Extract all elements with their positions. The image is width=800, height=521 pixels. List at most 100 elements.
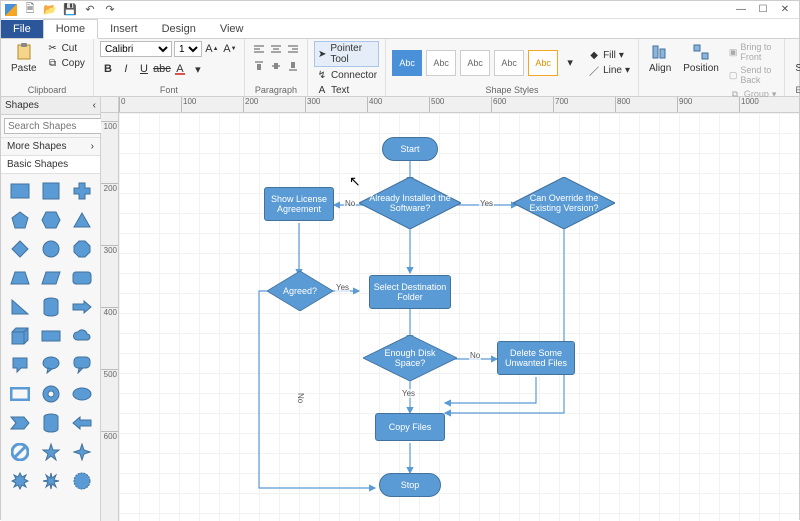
style-swatch[interactable]: Abc xyxy=(392,50,422,76)
app-icon xyxy=(5,4,17,16)
style-swatch[interactable]: Abc xyxy=(528,50,558,76)
shape-rect[interactable] xyxy=(6,178,34,204)
node-delete[interactable]: Delete Some Unwanted Files xyxy=(497,341,575,375)
grow-font-button[interactable]: A▲ xyxy=(204,41,220,57)
shape-square[interactable] xyxy=(37,178,65,204)
align-middle-button[interactable] xyxy=(268,58,284,74)
shape-trapezoid[interactable] xyxy=(6,265,34,291)
node-copy[interactable]: Copy Files xyxy=(375,413,445,441)
shape-star4[interactable] xyxy=(68,439,96,465)
shape-star5[interactable] xyxy=(37,439,65,465)
more-shapes-row[interactable]: More Shapes› xyxy=(1,138,100,156)
shape-triangle[interactable] xyxy=(68,207,96,233)
qat-new[interactable]: 🗎 xyxy=(23,3,37,17)
font-size-select[interactable]: 12 xyxy=(174,41,202,57)
align-right-button[interactable] xyxy=(285,41,301,57)
text-tool-button[interactable]: AText xyxy=(314,83,379,97)
tab-file[interactable]: File xyxy=(1,20,43,38)
drawing-canvas[interactable]: Start Show License Agreement Already Ins… xyxy=(119,113,799,521)
shape-no-entry[interactable] xyxy=(6,439,34,465)
cut-button[interactable]: ✂Cut xyxy=(45,41,87,55)
underline-button[interactable]: U xyxy=(136,61,152,77)
node-diskspace[interactable]: Enough Disk Space? xyxy=(363,335,457,381)
align-button[interactable]: Align xyxy=(645,41,675,76)
bring-front-button[interactable]: ▣Bring to Front xyxy=(727,41,779,63)
shape-frame[interactable] xyxy=(6,381,34,407)
shape-octagon[interactable] xyxy=(68,236,96,262)
styles-more-button[interactable]: ▾ xyxy=(562,55,578,71)
shrink-font-button[interactable]: A▼ xyxy=(222,41,238,57)
connector-tool-button[interactable]: ↯Connector xyxy=(314,68,379,82)
group-arrange: Align Position ▣Bring to Front ▢Send to … xyxy=(639,39,785,96)
shape-circle[interactable] xyxy=(37,236,65,262)
shape-roundrect[interactable] xyxy=(68,265,96,291)
window-close[interactable]: ✕ xyxy=(775,3,795,17)
tab-home[interactable]: Home xyxy=(43,19,98,39)
italic-button[interactable]: I xyxy=(118,61,134,77)
shape-donut[interactable] xyxy=(37,381,65,407)
group-label-styles: Shape Styles xyxy=(392,84,632,95)
align-center-button[interactable] xyxy=(268,41,284,57)
text-icon: A xyxy=(316,84,328,96)
node-installed[interactable]: Already Installed the Software? xyxy=(359,177,461,229)
group-paragraph: Paragraph xyxy=(245,39,308,96)
shape-arrow-right[interactable] xyxy=(68,294,96,320)
tab-design[interactable]: Design xyxy=(150,20,208,38)
shape-callout2[interactable] xyxy=(37,352,65,378)
style-swatch[interactable]: Abc xyxy=(460,50,490,76)
shape-seal[interactable] xyxy=(68,468,96,494)
style-swatch[interactable]: Abc xyxy=(426,50,456,76)
node-agreed[interactable]: Agreed? xyxy=(267,271,333,311)
send-back-button[interactable]: ▢Send to Back xyxy=(727,64,779,86)
fill-button[interactable]: ◆Fill▾ xyxy=(586,48,632,62)
qat-redo[interactable]: ↷ xyxy=(103,3,117,17)
shape-cylinder[interactable] xyxy=(37,294,65,320)
position-button[interactable]: Position xyxy=(679,41,723,76)
select-button[interactable]: Select xyxy=(791,41,800,76)
bold-button[interactable]: B xyxy=(100,61,116,77)
align-left-button[interactable] xyxy=(251,41,267,57)
shape-cylinder2[interactable] xyxy=(37,410,65,436)
window-minimize[interactable]: — xyxy=(731,3,751,17)
node-override[interactable]: Can Override the Existing Version? xyxy=(513,177,615,229)
pointer-tool-button[interactable]: ➤Pointer Tool xyxy=(314,41,379,67)
collapse-icon[interactable]: ‹ xyxy=(93,100,96,111)
shape-rect2[interactable] xyxy=(37,323,65,349)
align-bottom-button[interactable] xyxy=(285,58,301,74)
shape-arrow-left[interactable] xyxy=(68,410,96,436)
font-name-select[interactable]: Calibri xyxy=(100,41,172,57)
shape-parallelogram[interactable] xyxy=(37,265,65,291)
qat-open[interactable]: 📂 xyxy=(43,3,57,17)
copy-button[interactable]: ⧉Copy xyxy=(45,56,87,70)
chevron-down-icon[interactable]: ▾ xyxy=(190,61,206,77)
strike-button[interactable]: abc xyxy=(154,61,170,77)
shape-plus[interactable] xyxy=(68,178,96,204)
font-color-button[interactable]: A xyxy=(172,61,188,77)
tab-insert[interactable]: Insert xyxy=(98,20,150,38)
tab-view[interactable]: View xyxy=(208,20,256,38)
shape-cube[interactable] xyxy=(6,323,34,349)
paste-button[interactable]: Paste xyxy=(7,41,41,76)
shape-pentagon[interactable] xyxy=(6,207,34,233)
qat-undo[interactable]: ↶ xyxy=(83,3,97,17)
shape-callout1[interactable] xyxy=(6,352,34,378)
shape-cloud[interactable] xyxy=(68,323,96,349)
basic-shapes-row[interactable]: Basic Shapes xyxy=(1,156,100,174)
shape-star8[interactable] xyxy=(37,468,65,494)
node-start[interactable]: Start xyxy=(382,137,438,161)
shape-callout3[interactable] xyxy=(68,352,96,378)
style-swatch[interactable]: Abc xyxy=(494,50,524,76)
node-selectdest[interactable]: Select Destination Folder xyxy=(369,275,451,309)
shape-hexagon[interactable] xyxy=(37,207,65,233)
shape-right-triangle[interactable] xyxy=(6,294,34,320)
shape-ellipse[interactable] xyxy=(68,381,96,407)
shape-chevron[interactable] xyxy=(6,410,34,436)
node-license[interactable]: Show License Agreement xyxy=(264,187,334,221)
shape-burst[interactable] xyxy=(6,468,34,494)
shape-diamond[interactable] xyxy=(6,236,34,262)
node-stop[interactable]: Stop xyxy=(379,473,441,497)
align-top-button[interactable] xyxy=(251,58,267,74)
qat-save[interactable]: 💾 xyxy=(63,3,77,17)
window-maximize[interactable]: ☐ xyxy=(753,3,773,17)
line-button[interactable]: ／Line▾ xyxy=(586,63,632,77)
